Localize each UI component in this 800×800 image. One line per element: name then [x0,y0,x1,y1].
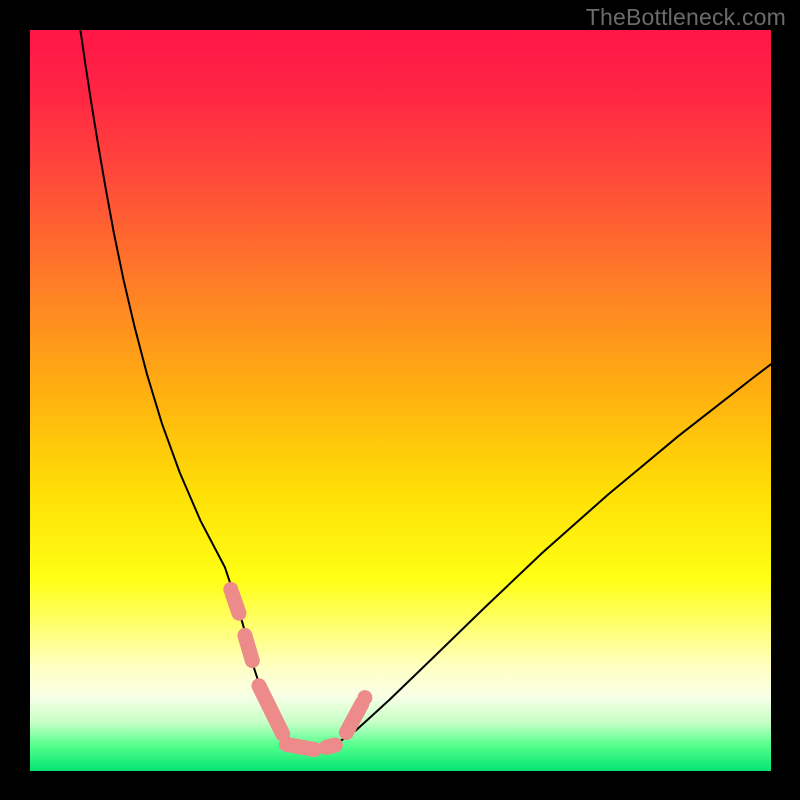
highlight-segment [232,594,239,613]
bottleneck-chart [30,30,771,771]
attribution-text: TheBottleneck.com [586,4,786,31]
highlight-dot [357,690,372,705]
highlight-segment [286,744,314,749]
highlight-dot [223,582,238,597]
gradient-background [30,30,771,771]
highlight-segment [245,635,252,660]
chart-frame: TheBottleneck.com [0,0,800,800]
highlight-segment [326,745,335,747]
plot-area [30,30,771,771]
